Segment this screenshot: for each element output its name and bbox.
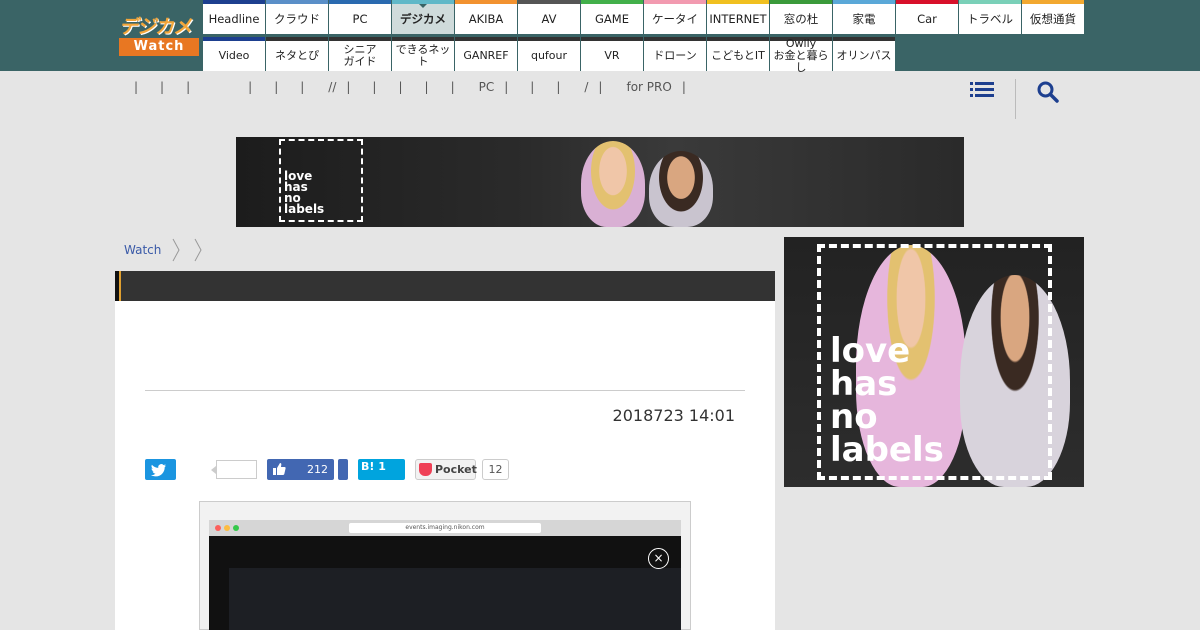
nav-item[interactable]: qufour [518, 37, 580, 71]
nav-item[interactable]: クラウド [266, 0, 328, 34]
browser-toolbar: events.imaging.nikon.com [209, 520, 681, 536]
pocket-label: Pocket [435, 463, 477, 476]
subnav-separator: | [450, 80, 455, 94]
url-bar: events.imaging.nikon.com [349, 523, 541, 533]
nav-item[interactable]: トラベル [959, 0, 1021, 34]
pocket-button[interactable]: Pocket [415, 459, 477, 480]
article-image[interactable]: events.imaging.nikon.com × [199, 501, 691, 630]
facebook-like-count: 212 [307, 463, 328, 476]
nav-item[interactable]: GAME [581, 0, 643, 34]
nav-item[interactable]: Headline [203, 0, 265, 34]
window-minimize-dot [224, 525, 230, 531]
logo-wordmark: デジカメ [119, 16, 192, 38]
subnav-separator: | [598, 80, 603, 94]
subnav-separator: | [346, 80, 351, 94]
subnav-separator: | [160, 80, 165, 94]
subnav-separator: | [556, 80, 561, 94]
hatena-bookmark-button[interactable]: B! 1 [358, 459, 405, 480]
subnav-separator: | [274, 80, 279, 94]
subnav-separator: | [134, 80, 139, 94]
subnav-link[interactable]: // [328, 80, 336, 94]
twitter-share-count [211, 460, 257, 479]
ad-slogan: love has no labels [284, 170, 325, 216]
nav-item[interactable]: オリンパス [833, 37, 895, 71]
subnav-link[interactable]: PC [479, 80, 495, 94]
nav-item[interactable]: 仮想通貨 [1022, 0, 1084, 34]
share-buttons: 212 B! 1 Pocket 12 [145, 459, 745, 481]
nav-item[interactable]: INTERNET [707, 0, 769, 34]
subnav-separator: | [372, 80, 377, 94]
subnav-separator: | [248, 80, 253, 94]
ad-slogan: love has no labels [830, 334, 944, 470]
nav-item[interactable]: ネタとぴ [266, 37, 328, 71]
ad-photo-child [581, 141, 645, 227]
nav-item[interactable]: VR [581, 37, 643, 71]
article-divider [145, 390, 745, 391]
sidebar-ad[interactable]: love has no labels [784, 237, 1084, 487]
ad-word: labels [284, 202, 325, 216]
subnav-separator: | [424, 80, 429, 94]
site-logo[interactable]: デジカメ Watch [119, 12, 199, 56]
nav-item[interactable]: Car [896, 0, 958, 34]
facebook-share-button[interactable] [338, 459, 348, 480]
subnav-link[interactable]: / [584, 80, 588, 94]
subnav-separator: | [300, 80, 305, 94]
twitter-bird-icon [151, 464, 166, 477]
subnav-separator: | [530, 80, 535, 94]
nav-item[interactable]: デジカメ [392, 0, 454, 34]
breadcrumb-home[interactable]: Watch [124, 243, 161, 257]
ad-photo-child [649, 151, 713, 227]
nav-item[interactable]: PC [329, 0, 391, 34]
nav-item[interactable]: AV [518, 0, 580, 34]
subnav-separator: | [504, 80, 509, 94]
thumbs-up-icon [273, 463, 286, 475]
chevron-right-icon [194, 238, 202, 262]
logo-subtitle: Watch [119, 38, 199, 56]
twitter-share-button[interactable] [145, 459, 176, 480]
nav-item[interactable]: シニア ガイド [329, 37, 391, 71]
pocket-icon [419, 463, 432, 476]
window-close-dot [215, 525, 221, 531]
nav-item[interactable]: こどもとIT [707, 37, 769, 71]
facebook-like-button[interactable]: 212 [267, 459, 334, 480]
breadcrumb: Watch [124, 238, 213, 262]
nav-item[interactable]: AKIBA [455, 0, 517, 34]
window-maximize-dot [233, 525, 239, 531]
ad-word: labels [830, 430, 944, 470]
header-divider [1015, 79, 1016, 119]
nav-item[interactable]: Video [203, 37, 265, 71]
menu-icon[interactable] [970, 80, 994, 100]
subnav-separator: | [681, 80, 686, 94]
hatena-bookmark-label: B! 1 [361, 460, 386, 473]
chevron-right-icon [172, 238, 180, 262]
article-date: 2018723 14:01 [612, 406, 735, 425]
close-icon: × [648, 548, 669, 569]
subnav-separator: | [186, 80, 191, 94]
site-nav: Headline クラウド PC デジカメ AKIBA AV GAME ケータイ INTERNE… [203, 0, 1085, 74]
nav-item[interactable]: ドローン [644, 37, 706, 71]
nav-item[interactable]: Owlly お金と暮らし [770, 37, 832, 74]
nav-item[interactable]: できるネット [392, 37, 454, 71]
site-header: デジカメ Watch Headline クラウド PC デジカメ AKIBA AV GAME… [0, 0, 1200, 74]
subnav-link[interactable]: for PRO [626, 80, 671, 94]
article-body: 2018723 14:01 212 B! 1 Pocket 12 events.… [115, 301, 775, 630]
nav-item[interactable]: GANREF [455, 37, 517, 71]
nav-item[interactable]: ケータイ [644, 0, 706, 34]
subnav-separator: | [398, 80, 403, 94]
ad-banner[interactable]: love has no labels [236, 137, 964, 227]
browser-window-image: events.imaging.nikon.com × [209, 520, 681, 630]
nav-item[interactable]: 家電 [833, 0, 895, 34]
article-title-bar [115, 271, 775, 301]
pocket-count: 12 [482, 459, 509, 480]
search-icon[interactable] [1036, 80, 1060, 104]
sub-nav: | | | | | | // | | | | | PC | | | / | for PRO | [130, 80, 698, 96]
video-frame [229, 568, 681, 630]
nav-item[interactable]: 窓の杜 [770, 0, 832, 34]
